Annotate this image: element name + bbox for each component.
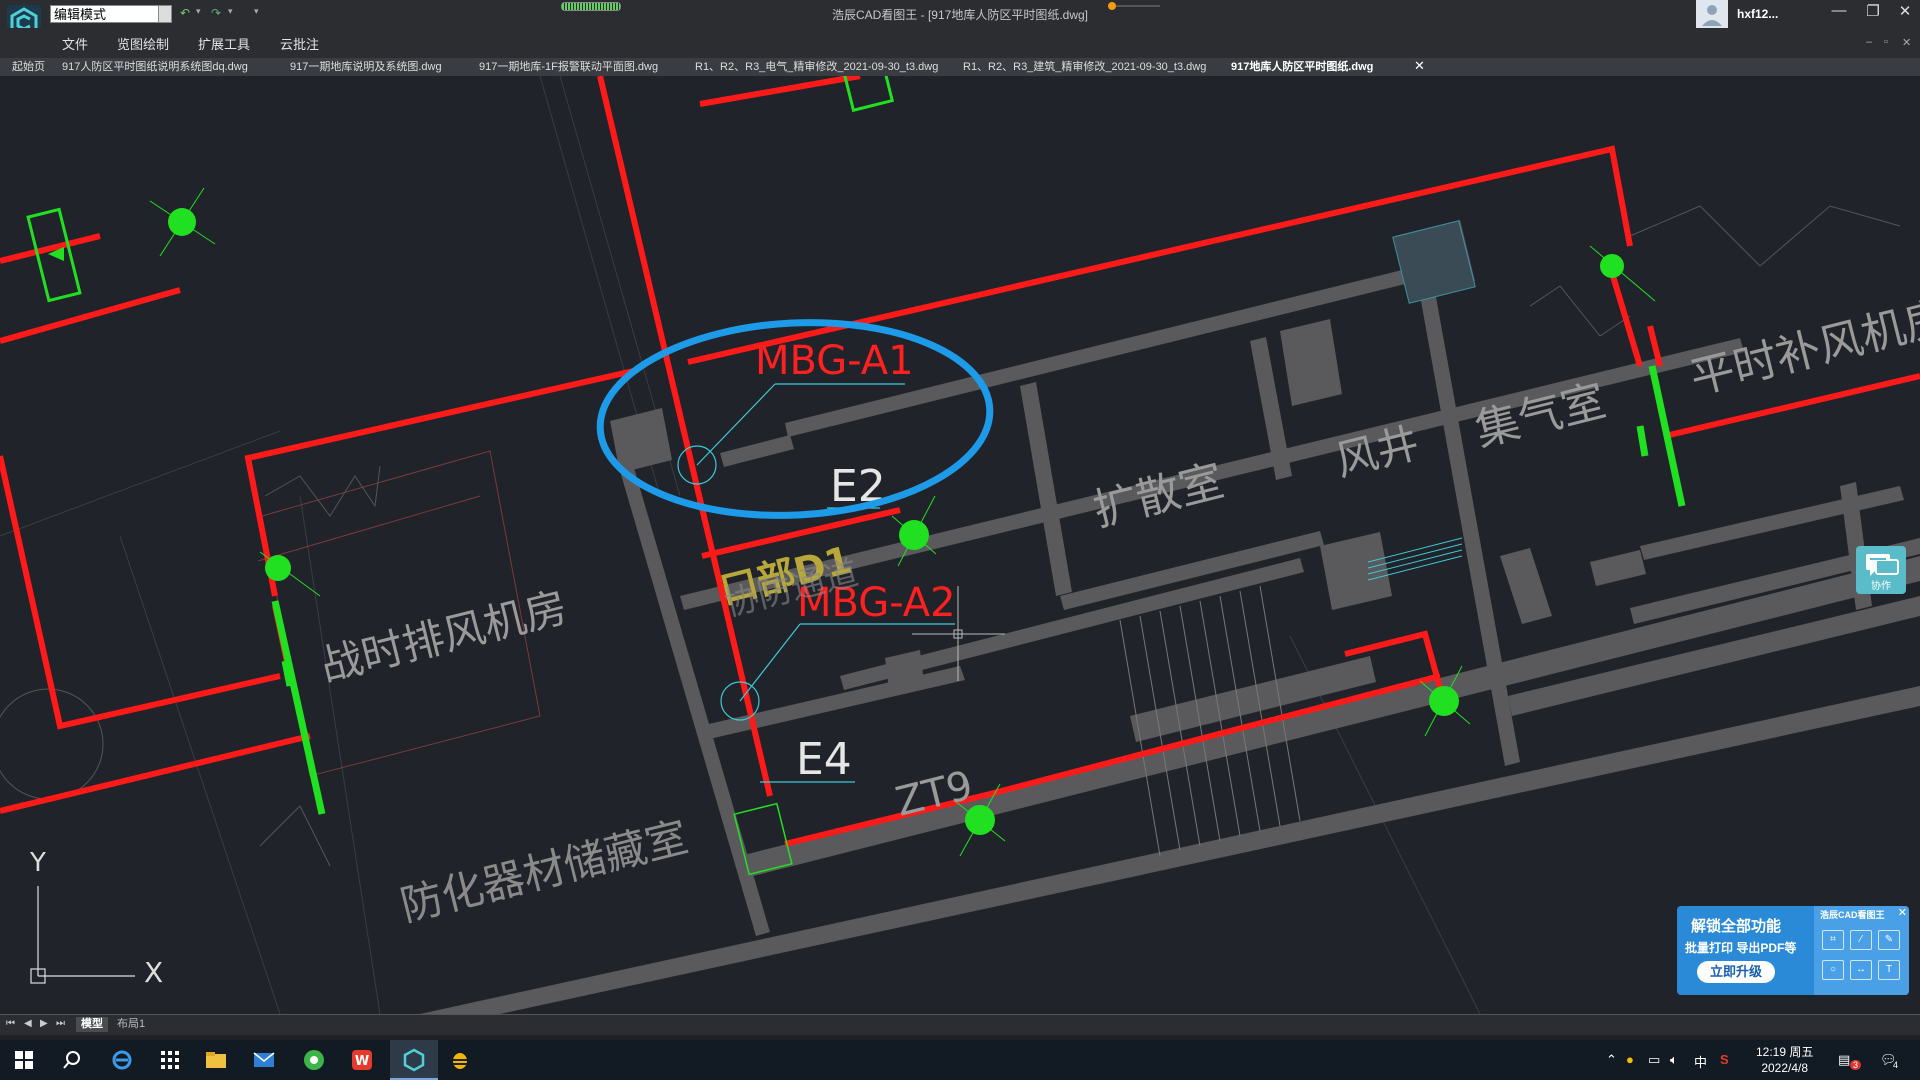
walls [420, 220, 1920, 1014]
prev-layout-icon[interactable]: ◀ [24, 1018, 32, 1029]
clock-time: 12:19 周五 [1756, 1045, 1814, 1059]
notification-badge: 3 [1850, 1060, 1862, 1070]
tab-doc-active[interactable]: 917地库人防区平时图纸.dwg [1231, 59, 1373, 75]
room-diffusion: 扩散室 [1088, 455, 1228, 536]
ime-indicator[interactable]: 中 [1694, 1052, 1707, 1071]
cad-app-taskbar-button[interactable] [390, 1040, 438, 1080]
opacity-slider[interactable] [1108, 2, 1160, 10]
search-icon[interactable] [60, 1048, 84, 1072]
tray-expand-icon[interactable]: ⌃ [1606, 1052, 1617, 1068]
label-mbg-a1: MBG-A1 [755, 338, 914, 384]
avatar[interactable] [1696, 0, 1728, 28]
taskbar: W ⌃ ● ▭ 🔈︎ 中 S 12:19 周五 2022/4/8 ▤ 3 💬︎ … [0, 1040, 1920, 1080]
bee-app-icon[interactable] [448, 1048, 472, 1072]
tab-layout1[interactable]: 布局1 [112, 1017, 150, 1032]
collaborate-button[interactable]: 协作 [1856, 546, 1906, 594]
axis-x-label: X [144, 956, 163, 989]
tab-start[interactable]: 起始页 [12, 59, 45, 75]
collaborate-label: 协作 [1871, 581, 1891, 592]
restore-icon[interactable]: ❐ [1858, 2, 1888, 20]
tab-doc-1[interactable]: 917人防区平时图纸说明系统图dq.dwg [62, 59, 248, 75]
upgrade-promo[interactable]: 解锁全部功能 批量打印 导出PDF等 立即升级 浩辰CAD看图王 ✕ ⌗ ⁄ ✎… [1677, 906, 1909, 995]
pen-icon: ✎ [1878, 930, 1900, 950]
next-layout-icon[interactable]: ▶ [40, 1018, 48, 1029]
sprinkler-heads [168, 208, 1624, 835]
cad-app-icon [403, 1048, 425, 1072]
notification-center-icon[interactable]: ▤ [1838, 1052, 1850, 1068]
action-center-badge: 4 [1893, 1060, 1899, 1070]
first-layout-icon[interactable]: ⏮ [6, 1018, 15, 1029]
window-title: 浩辰CAD看图王 - [917地库人防区平时图纸.dwg] [831, 8, 1089, 22]
upgrade-button[interactable]: 立即升级 [1697, 961, 1775, 983]
circle-icon: ○ [1822, 960, 1844, 980]
menu-bar: 文件 览图绘制 扩展工具 云批注 – ▫ ✕ [0, 28, 1920, 58]
text-icon: T [1878, 960, 1900, 980]
username[interactable]: hxf12... [1737, 7, 1778, 21]
room-storage: 防化器材储藏室 [396, 812, 693, 931]
document-tabs: 起始页 917人防区平时图纸说明系统图dq.dwg 917一期地库说明及系统图.… [0, 58, 1920, 77]
layout-bar: ⏮ ◀ ▶ ⏭ 模型 布局1 [0, 1014, 1920, 1035]
room-exhaust: 战时排风机房 [316, 582, 572, 691]
dimension-icon: ↔ [1850, 960, 1872, 980]
menu-extensions[interactable]: 扩展工具 [198, 34, 250, 53]
ie-browser-icon[interactable] [110, 1048, 134, 1072]
label-e4: E4 [796, 734, 852, 785]
promo-brand: 浩辰CAD看图王 [1820, 910, 1885, 920]
doc-close-icon[interactable]: ✕ [1902, 36, 1911, 49]
sogou-icon[interactable]: S [1720, 1052, 1729, 1067]
cad-drawing[interactable]: MBG-A1 MBG-A2 E2 E4 ZT9 口部D1 协防通道 战时排风机房… [0, 76, 1920, 1014]
minimize-icon[interactable]: — [1824, 2, 1854, 19]
svg-text:W: W [355, 1054, 369, 1069]
last-layout-icon[interactable]: ⏭ [56, 1018, 65, 1029]
slider-knob[interactable] [1108, 2, 1116, 10]
promo-panel: 浩辰CAD看图王 ✕ ⌗ ⁄ ✎ ○ ↔ T [1814, 906, 1909, 995]
room-supply: 平时补风机房 [1685, 291, 1920, 404]
mail-icon[interactable] [252, 1048, 276, 1072]
menu-file[interactable]: 文件 [62, 34, 88, 53]
clock-date: 2022/4/8 [1761, 1061, 1809, 1075]
tab-doc-3[interactable]: 917一期地库-1F报警联动平面图.dwg [479, 59, 658, 75]
network-icon[interactable]: ▭ [1648, 1052, 1660, 1068]
axis-y-label: Y [29, 848, 46, 878]
promo-title: 解锁全部功能 [1691, 918, 1782, 935]
ucs-icon [30, 886, 135, 984]
menu-cloud-annotate[interactable]: 云批注 [280, 34, 319, 53]
volume-icon[interactable]: 🔈︎ [1670, 1052, 1678, 1068]
menu-view-draw[interactable]: 览图绘制 [117, 34, 169, 53]
wps-icon[interactable]: W [350, 1048, 374, 1072]
promo-subtitle: 批量打印 导出PDF等 [1685, 941, 1797, 955]
tab-doc-5[interactable]: R1、R2、R3_建筑_精审修改_2021-09-30_t3.dwg [963, 59, 1206, 75]
doc-minimize-icon[interactable]: – [1866, 36, 1872, 48]
tab-doc-4[interactable]: R1、R2、R3_电气_精审修改_2021-09-30_t3.dwg [695, 59, 938, 75]
measure-icon: ⌗ [1822, 930, 1844, 950]
apps-grid-icon[interactable] [158, 1048, 182, 1072]
close-icon[interactable]: ✕ [1890, 2, 1920, 20]
promo-close-icon[interactable]: ✕ [1898, 906, 1907, 919]
drawing-canvas[interactable]: MBG-A1 MBG-A2 E2 E4 ZT9 口部D1 协防通道 战时排风机房… [0, 76, 1920, 1014]
browser-icon[interactable] [302, 1048, 326, 1072]
tab-doc-2[interactable]: 917一期地库说明及系统图.dwg [290, 59, 442, 75]
line-icon: ⁄ [1850, 930, 1872, 950]
file-explorer-icon[interactable] [204, 1048, 228, 1072]
clock[interactable]: 12:19 周五 2022/4/8 [1756, 1044, 1813, 1076]
title-bar: 编辑模式 ↶ ▾ ↷ ▾ ▾ 浩辰CAD看图王 - [917地库人防区平时图纸.… [0, 0, 1920, 39]
doc-restore-icon[interactable]: ▫ [1884, 36, 1888, 48]
tray-app-icon[interactable]: ● [1626, 1052, 1634, 1067]
room-shaft: 风井 [1331, 418, 1424, 486]
chat-icon [1866, 554, 1899, 576]
tab-close-icon[interactable]: ✕ [1414, 58, 1425, 74]
windows-start-icon[interactable] [12, 1048, 36, 1072]
tab-model[interactable]: 模型 [76, 1017, 108, 1032]
